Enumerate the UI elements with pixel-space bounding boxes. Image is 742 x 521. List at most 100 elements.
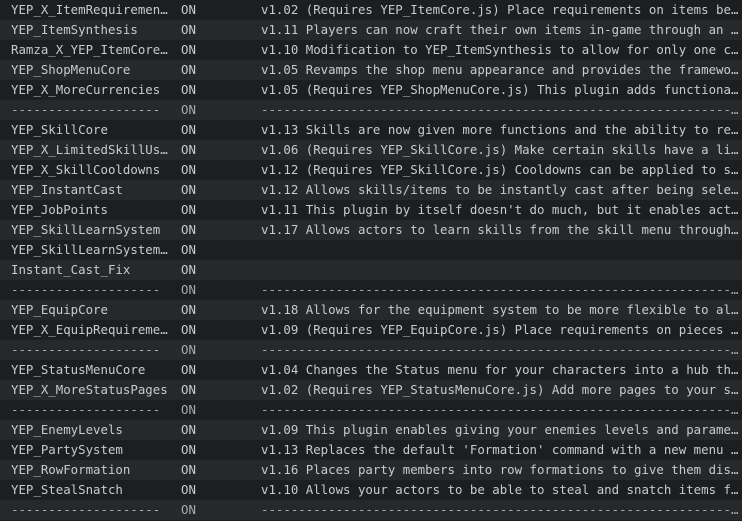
plugin-description: v1.09 This plugin enables giving your en… bbox=[261, 422, 739, 437]
plugin-name: -------------------- bbox=[11, 102, 161, 117]
plugin-name: -------------------- bbox=[11, 502, 161, 517]
plugin-row[interactable]: YEP_InstantCast ON v1.12 Allows skills/ite… bbox=[0, 180, 742, 200]
plugin-row[interactable]: YEP_StatusMenuCore ON v1.04 Changes the St… bbox=[0, 360, 742, 380]
plugin-status: ON bbox=[181, 82, 196, 97]
plugin-description: v1.04 Changes the Status menu for your c… bbox=[261, 362, 739, 377]
plugin-status: ON bbox=[181, 362, 196, 377]
plugin-name: YEP_X_LimitedSkillUses bbox=[11, 142, 169, 157]
plugin-status: ON bbox=[181, 62, 196, 77]
plugin-name: YEP_JobPoints bbox=[11, 202, 108, 217]
plugin-status: ON bbox=[181, 22, 196, 37]
plugin-description: v1.17 Allows actors to learn skills from… bbox=[261, 222, 739, 237]
plugin-name: YEP_X_SkillCooldowns bbox=[11, 162, 161, 177]
plugin-status: ON bbox=[181, 222, 196, 237]
plugin-status: ON bbox=[181, 402, 196, 417]
plugin-name: YEP_EquipCore bbox=[11, 302, 108, 317]
plugin-description: v1.06 (Requires YEP_SkillCore.js) Make c… bbox=[261, 142, 739, 157]
plugin-name: YEP_SkillLearnSystem bbox=[11, 222, 161, 237]
plugin-status: ON bbox=[181, 382, 196, 397]
plugin-status: ON bbox=[181, 142, 196, 157]
plugin-description: v1.11 Players can now craft their own it… bbox=[261, 22, 739, 37]
plugin-description: v1.10 Allows your actors to be able to s… bbox=[261, 482, 739, 497]
plugin-name: Ramza_X_YEP_ItemCore_Fix bbox=[11, 42, 169, 57]
plugin-name: Instant_Cast_Fix bbox=[11, 262, 131, 277]
separator-row[interactable]: -------------------- ON ------------------… bbox=[0, 100, 742, 120]
plugin-status: ON bbox=[181, 42, 196, 57]
plugin-name: YEP_PartySystem bbox=[11, 442, 123, 457]
plugin-status: ON bbox=[181, 182, 196, 197]
plugin-description: ----------------------------------------… bbox=[261, 402, 739, 417]
plugin-description: ----------------------------------------… bbox=[261, 342, 739, 357]
plugin-status: ON bbox=[181, 422, 196, 437]
plugin-row[interactable]: Instant_Cast_Fix ON bbox=[0, 260, 742, 280]
plugin-row[interactable]: YEP_SkillLearnSystem ON v1.17 Allows actor… bbox=[0, 220, 742, 240]
plugin-description: v1.11 This plugin by itself doesn't do m… bbox=[261, 202, 739, 217]
plugin-name: YEP_SkillLearnSystem_Fix bbox=[11, 242, 169, 257]
plugin-description: v1.02 (Requires YEP_StatusMenuCore.js) A… bbox=[261, 382, 739, 397]
plugin-description: v1.09 (Requires YEP_EquipCore.js) Place … bbox=[261, 322, 739, 337]
plugin-status: ON bbox=[181, 242, 196, 257]
plugin-description: ----------------------------------------… bbox=[261, 102, 739, 117]
plugin-name: YEP_X_ItemRequirements bbox=[11, 2, 169, 17]
plugin-row[interactable]: YEP_PartySystem ON v1.13 Replaces the defa… bbox=[0, 440, 742, 460]
plugin-status: ON bbox=[181, 442, 196, 457]
plugin-row[interactable]: YEP_SkillLearnSystem_Fix ON bbox=[0, 240, 742, 260]
plugin-row[interactable]: YEP_ShopMenuCore ON v1.05 Revamps the shop… bbox=[0, 60, 742, 80]
plugin-row[interactable]: YEP_StealSnatch ON v1.10 Allows your actor… bbox=[0, 480, 742, 500]
plugin-name: YEP_X_MoreCurrencies bbox=[11, 82, 161, 97]
plugin-status: ON bbox=[181, 162, 196, 177]
plugin-status: ON bbox=[181, 302, 196, 317]
plugin-status: ON bbox=[181, 122, 196, 137]
plugin-status: ON bbox=[181, 342, 196, 357]
separator-row[interactable]: -------------------- ON ------------------… bbox=[0, 500, 742, 520]
plugin-description: v1.05 Revamps the shop menu appearance a… bbox=[261, 62, 739, 77]
plugin-name: -------------------- bbox=[11, 282, 161, 297]
plugin-row[interactable]: YEP_ItemSynthesis ON v1.11 Players can now… bbox=[0, 20, 742, 40]
plugin-row[interactable]: YEP_X_LimitedSkillUses ON v1.06 (Requires … bbox=[0, 140, 742, 160]
plugin-description: v1.05 (Requires YEP_ShopMenuCore.js) Thi… bbox=[261, 82, 739, 97]
plugin-status: ON bbox=[181, 2, 196, 17]
plugin-description: v1.13 Skills are now given more function… bbox=[261, 122, 739, 137]
plugin-description: ----------------------------------------… bbox=[261, 282, 739, 297]
plugin-row[interactable]: YEP_X_ItemRequirements ON v1.02 (Requires … bbox=[0, 0, 742, 20]
plugin-row[interactable]: YEP_X_EquipRequirements ON v1.09 (Requires… bbox=[0, 320, 742, 340]
plugin-status: ON bbox=[181, 202, 196, 217]
plugin-description: ----------------------------------------… bbox=[261, 502, 739, 517]
plugin-name: -------------------- bbox=[11, 342, 161, 357]
plugin-row[interactable]: YEP_JobPoints ON v1.11 This plugin by itse… bbox=[0, 200, 742, 220]
plugin-status: ON bbox=[181, 322, 196, 337]
plugin-description: v1.16 Places party members into row form… bbox=[261, 462, 739, 477]
plugin-row[interactable]: YEP_RowFormation ON v1.16 Places party mem… bbox=[0, 460, 742, 480]
plugin-name: YEP_StealSnatch bbox=[11, 482, 123, 497]
plugin-name: YEP_ItemSynthesis bbox=[11, 22, 138, 37]
separator-row[interactable]: -------------------- ON ------------------… bbox=[0, 400, 742, 420]
plugin-list: YEP_X_ItemRequirements ON v1.02 (Requires … bbox=[0, 0, 742, 521]
plugin-name: -------------------- bbox=[11, 402, 161, 417]
plugin-name: YEP_InstantCast bbox=[11, 182, 123, 197]
plugin-description: v1.02 (Requires YEP_ItemCore.js) Place r… bbox=[261, 2, 739, 17]
plugin-name: YEP_RowFormation bbox=[11, 462, 131, 477]
plugin-name: YEP_StatusMenuCore bbox=[11, 362, 146, 377]
plugin-status: ON bbox=[181, 482, 196, 497]
plugin-row[interactable]: YEP_EnemyLevels ON v1.09 This plugin enabl… bbox=[0, 420, 742, 440]
plugin-name: YEP_ShopMenuCore bbox=[11, 62, 131, 77]
plugin-row[interactable]: YEP_X_SkillCooldowns ON v1.12 (Requires YE… bbox=[0, 160, 742, 180]
plugin-status: ON bbox=[181, 282, 196, 297]
plugin-description: v1.10 Modification to YEP_ItemSynthesis … bbox=[261, 42, 739, 57]
plugin-description: v1.12 (Requires YEP_SkillCore.js) Cooldo… bbox=[261, 162, 739, 177]
plugin-description: v1.12 Allows skills/items to be instantl… bbox=[261, 182, 739, 197]
separator-row[interactable]: -------------------- ON ------------------… bbox=[0, 340, 742, 360]
plugin-status: ON bbox=[181, 462, 196, 477]
plugin-status: ON bbox=[181, 502, 196, 517]
plugin-description: v1.18 Allows for the equipment system to… bbox=[261, 302, 739, 317]
separator-row[interactable]: -------------------- ON ------------------… bbox=[0, 280, 742, 300]
plugin-status: ON bbox=[181, 262, 196, 277]
plugin-row[interactable]: YEP_X_MoreCurrencies ON v1.05 (Requires YE… bbox=[0, 80, 742, 100]
plugin-description: v1.13 Replaces the default 'Formation' c… bbox=[261, 442, 739, 457]
plugin-name: YEP_SkillCore bbox=[11, 122, 108, 137]
plugin-name: YEP_X_MoreStatusPages bbox=[11, 382, 168, 397]
plugin-row[interactable]: Ramza_X_YEP_ItemCore_Fix ON v1.10 Modifica… bbox=[0, 40, 742, 60]
plugin-row[interactable]: YEP_SkillCore ON v1.13 Skills are now give… bbox=[0, 120, 742, 140]
plugin-row[interactable]: YEP_X_MoreStatusPages ON v1.02 (Requires Y… bbox=[0, 380, 742, 400]
plugin-row[interactable]: YEP_EquipCore ON v1.18 Allows for the equi… bbox=[0, 300, 742, 320]
